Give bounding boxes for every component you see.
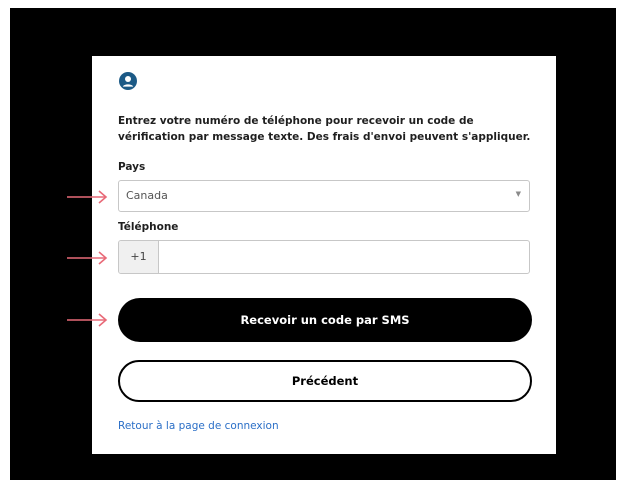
country-select[interactable]: Canada ▼ [118,180,530,212]
previous-button[interactable]: Précédent [118,360,532,402]
send-sms-code-button[interactable]: Recevoir un code par SMS [118,298,532,342]
arrow-right-icon [67,251,108,265]
phone-input[interactable] [160,241,528,273]
phone-field: +1 [118,240,530,274]
caret-down-icon: ▼ [515,190,521,198]
user-circle-icon [119,72,137,90]
back-to-login-link[interactable]: Retour à la page de connexion [118,420,279,432]
phone-verification-card: Entrez votre numéro de téléphone pour re… [92,56,556,454]
intro-text: Entrez votre numéro de téléphone pour re… [118,115,531,143]
country-label: Pays [118,161,146,173]
phone-prefix: +1 [119,241,159,273]
arrow-right-icon [67,190,108,204]
arrow-right-icon [67,313,108,327]
country-select-value: Canada [126,189,168,202]
phone-label: Téléphone [118,221,179,233]
